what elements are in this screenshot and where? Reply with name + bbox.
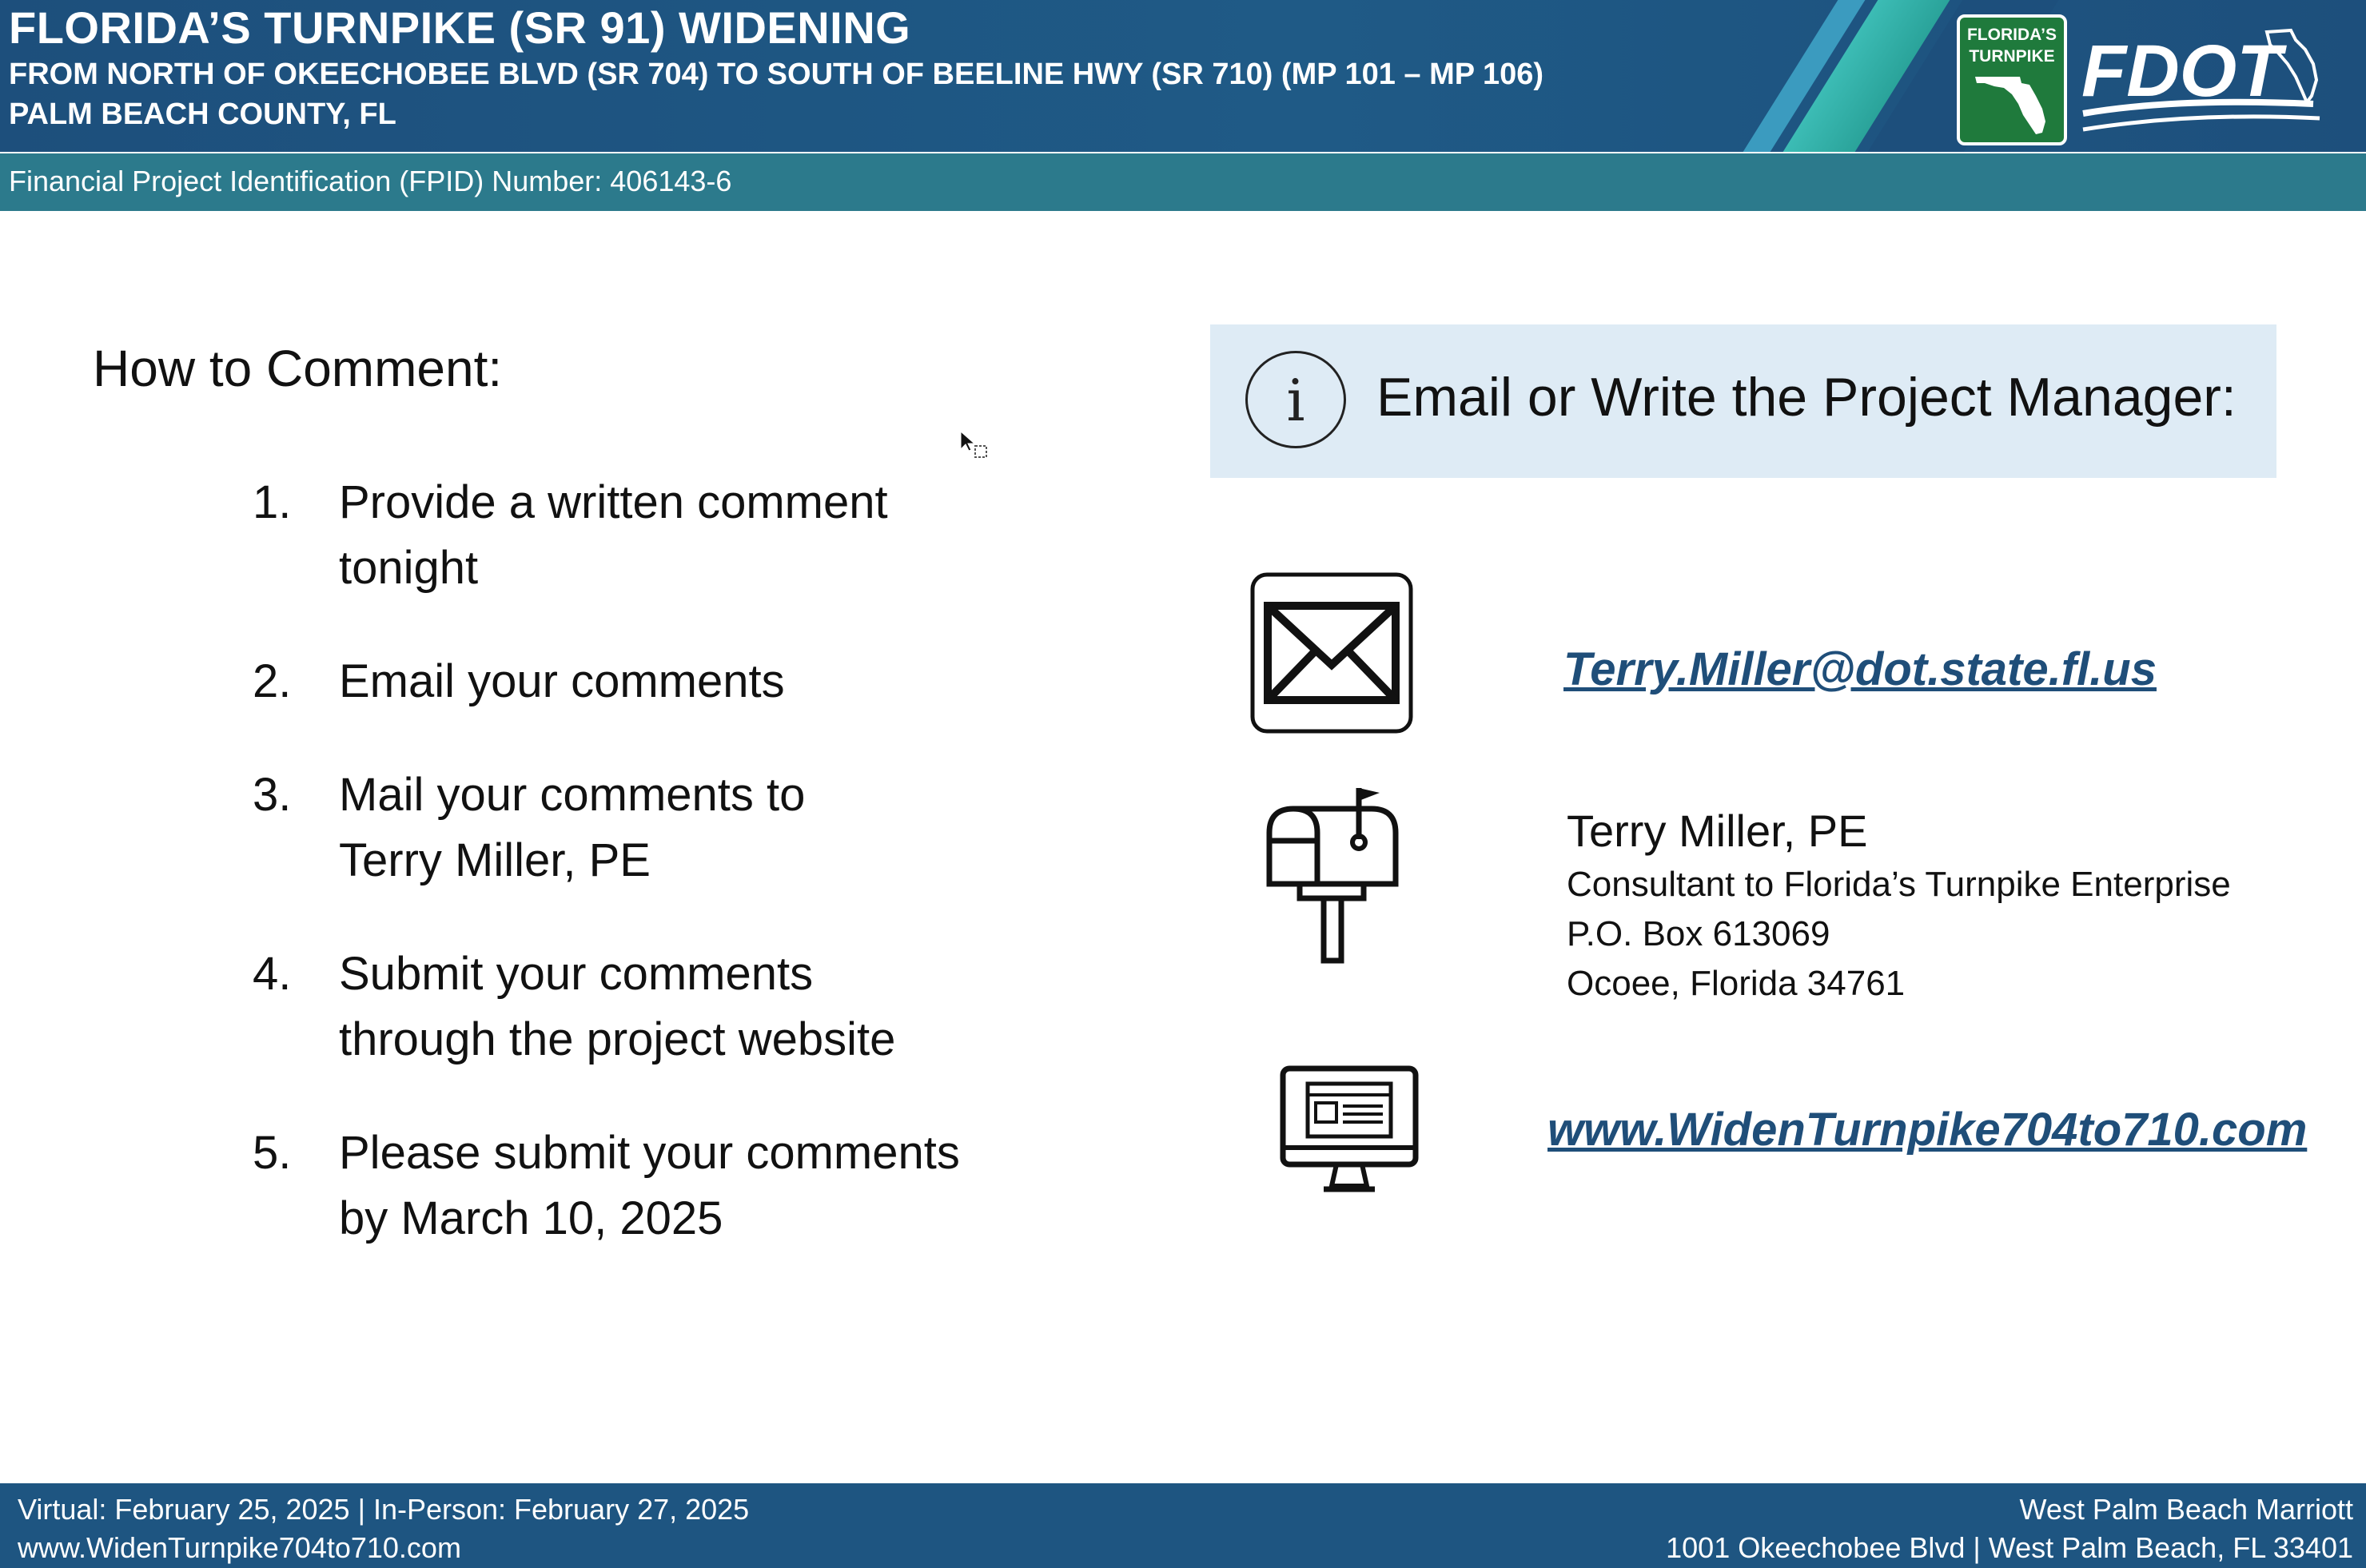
- step-line: Submit your comments: [339, 948, 814, 1000]
- step-line: Please submit your comments: [339, 1127, 960, 1179]
- list-item: 3. Mail your comments to Terry Miller, P…: [253, 762, 1052, 893]
- meeting-venue: West Palm Beach Marriott: [2019, 1493, 2353, 1526]
- step-number: 5.: [253, 1127, 292, 1179]
- list-item: 5. Please submit your comments by March …: [253, 1120, 1052, 1252]
- mailing-address: Terry Miller, PE Consultant to Florida’s…: [1567, 802, 2231, 1009]
- fpid-number: Financial Project Identification (FPID) …: [9, 165, 732, 197]
- florida-turnpike-logo: FLORIDA’S TURNPIKE: [1957, 14, 2067, 145]
- step-text: Please submit your comments by March 10,…: [339, 1120, 1042, 1252]
- step-text: Submit your comments through the project…: [339, 941, 1042, 1073]
- project-limits: FROM NORTH OF OKEECHOBEE BLVD (SR 704) T…: [9, 58, 1544, 91]
- po-box: P.O. Box 613069: [1567, 914, 1830, 953]
- project-website-link[interactable]: www.WidenTurnpike704to710.com: [1547, 1103, 2307, 1156]
- comment-steps-list: 1. Provide a written comment tonight 2. …: [253, 470, 1052, 1299]
- step-line: by March 10, 2025: [339, 1192, 723, 1244]
- list-item: 1. Provide a written comment tonight: [253, 470, 1052, 601]
- meeting-address: 1001 Okeechobee Blvd | West Palm Beach, …: [1666, 1531, 2353, 1564]
- turnpike-logo-text: TURNPIKE: [1969, 47, 2055, 66]
- contact-organization: Consultant to Florida’s Turnpike Enterpr…: [1567, 865, 2231, 904]
- step-text: Email your comments: [339, 649, 1042, 714]
- step-line: Email your comments: [339, 655, 785, 707]
- city-state-zip: Ocoee, Florida 34761: [1567, 964, 1906, 1003]
- florida-map-icon: [1975, 77, 2045, 134]
- list-item: 2. Email your comments: [253, 649, 1052, 714]
- footer-website-link[interactable]: www.WidenTurnpike704to710.com: [18, 1531, 461, 1565]
- mouse-cursor-icon: [960, 430, 987, 458]
- meeting-dates: Virtual: February 25, 2025 | In-Person: …: [18, 1493, 750, 1526]
- step-number: 1.: [253, 476, 292, 528]
- list-item: 4. Submit your comments through the proj…: [253, 941, 1052, 1073]
- contact-heading: Email or Write the Project Manager:: [1376, 367, 2237, 428]
- info-icon: i: [1245, 351, 1346, 448]
- email-link[interactable]: Terry.Miller@dot.state.fl.us: [1563, 643, 2157, 696]
- contact-name: Terry Miller, PE: [1567, 806, 1868, 856]
- step-number: 4.: [253, 948, 292, 1000]
- step-line: Provide a written comment: [339, 476, 888, 528]
- step-line: tonight: [339, 542, 479, 594]
- step-text: Provide a written comment tonight: [339, 470, 1042, 601]
- step-line: Mail your comments to: [339, 769, 806, 821]
- mailbox-icon: [1266, 788, 1399, 964]
- turnpike-logo-text: FLORIDA’S: [1966, 26, 2057, 44]
- envelope-icon: [1250, 572, 1413, 734]
- monitor-icon: [1280, 1065, 1419, 1192]
- step-text: Mail your comments to Terry Miller, PE: [339, 762, 1042, 893]
- how-to-comment-title: How to Comment:: [93, 340, 503, 397]
- step-line: Terry Miller, PE: [339, 834, 651, 886]
- header-banner: FLORIDA’S TURNPIKE (SR 91) WIDENING FROM…: [0, 0, 2366, 152]
- footer-bar: Virtual: February 25, 2025 | In-Person: …: [0, 1483, 2366, 1568]
- project-county: PALM BEACH COUNTY, FL: [9, 98, 396, 131]
- fdot-logo: FDOT: [2081, 28, 2320, 132]
- step-line: through the project website: [339, 1013, 896, 1065]
- fpid-bar: Financial Project Identification (FPID) …: [0, 153, 2366, 211]
- contact-heading-box: i Email or Write the Project Manager:: [1210, 324, 2276, 478]
- step-number: 2.: [253, 655, 292, 707]
- project-title: FLORIDA’S TURNPIKE (SR 91) WIDENING: [9, 2, 911, 53]
- step-number: 3.: [253, 769, 292, 821]
